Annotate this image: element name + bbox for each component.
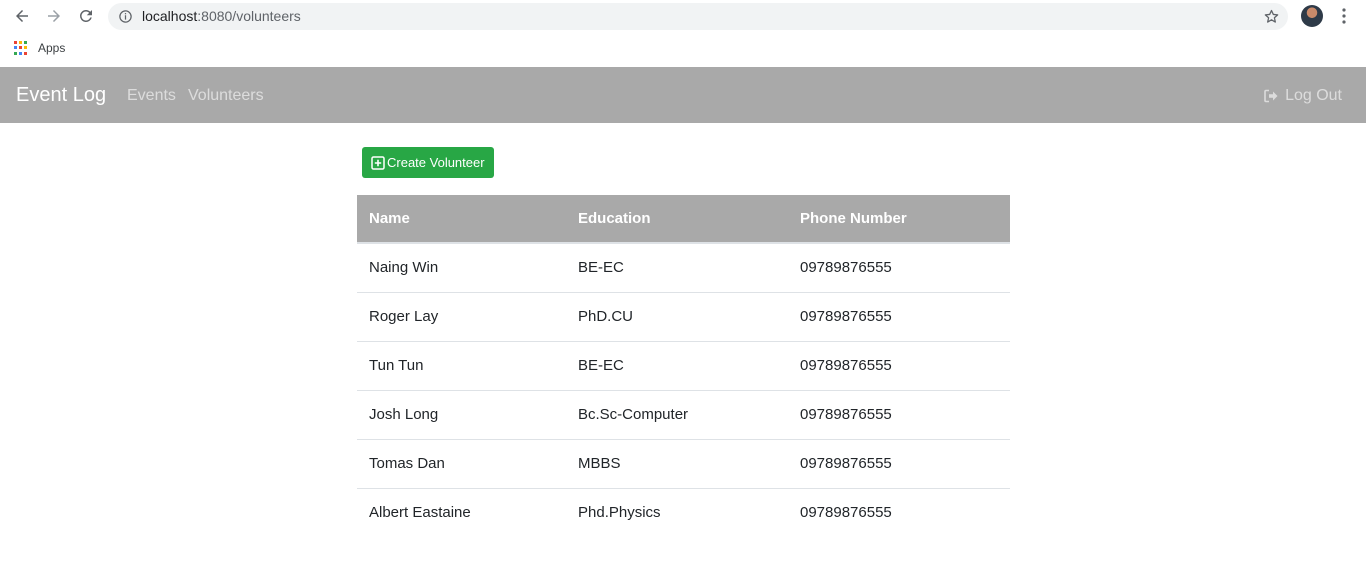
- cell-name: Tun Tun: [357, 340, 566, 390]
- plus-square-icon: [371, 155, 385, 170]
- cell-name: Albert Eastaine: [357, 487, 566, 537]
- table-row: Tomas Dan MBBS 09789876555: [357, 438, 1010, 488]
- arrow-left-icon: [16, 10, 28, 22]
- cell-phone: 09789876555: [788, 389, 1010, 439]
- table-row: Josh Long Bc.Sc-Computer 09789876555: [357, 389, 1010, 439]
- profile-avatar[interactable]: [1301, 5, 1323, 27]
- create-volunteer-label: Create Volunteer: [387, 155, 485, 170]
- logout-link[interactable]: Log Out: [1263, 87, 1342, 105]
- app-navbar: Event Log Events Volunteers Log Out: [0, 67, 1366, 123]
- table-row: Albert Eastaine Phd.Physics 09789876555: [357, 487, 1010, 537]
- url-text: localhost:8080/volunteers: [142, 8, 301, 24]
- sign-out-icon: [1264, 89, 1278, 103]
- reload-button[interactable]: [75, 5, 97, 27]
- cell-phone: 09789876555: [788, 487, 1010, 537]
- url-host: localhost: [142, 8, 198, 24]
- apps-bookmark[interactable]: Apps: [38, 41, 65, 55]
- cell-education: MBBS: [566, 438, 788, 488]
- cell-name: Josh Long: [357, 389, 566, 439]
- column-header-education: Education: [566, 195, 788, 244]
- cell-education: PhD.CU: [566, 291, 788, 341]
- column-header-name: Name: [357, 195, 566, 244]
- nav-link-volunteers[interactable]: Volunteers: [188, 87, 264, 105]
- logout-label: Log Out: [1285, 87, 1342, 104]
- cell-name: Tomas Dan: [357, 438, 566, 488]
- table-row: Tun Tun BE-EC 09789876555: [357, 340, 1010, 390]
- cell-education: Phd.Physics: [566, 487, 788, 537]
- cell-education: BE-EC: [578, 259, 624, 277]
- browser-toolbar: localhost:8080/volunteers: [0, 0, 1366, 33]
- url-path: :8080/volunteers: [197, 8, 301, 24]
- create-volunteer-button[interactable]: Create Volunteer: [362, 147, 494, 178]
- cell-phone: 09789876555: [788, 340, 1010, 390]
- bookmarks-bar: Apps: [0, 36, 1366, 63]
- cell-name: Naing Win: [369, 259, 439, 277]
- star-icon[interactable]: [1263, 8, 1280, 25]
- volunteers-table: Name Education Phone Number Naing Win BE…: [357, 195, 1010, 537]
- table-header-row: Name Education Phone Number: [357, 195, 1010, 244]
- address-bar[interactable]: localhost:8080/volunteers: [108, 3, 1288, 30]
- column-header-phone: Phone Number: [788, 195, 1010, 244]
- kebab-menu-icon[interactable]: [1337, 7, 1351, 25]
- back-button[interactable]: [11, 5, 33, 27]
- cell-phone: 09789876555: [788, 291, 1010, 341]
- apps-grid-icon[interactable]: [14, 41, 28, 55]
- reload-icon: [79, 9, 92, 22]
- cell-phone: 09789876555: [788, 438, 1010, 488]
- table-row: Naing Win BE-EC 09789876555: [357, 243, 1010, 292]
- brand-link[interactable]: Event Log: [16, 84, 106, 107]
- table-row: Roger Lay PhD.CU 09789876555: [357, 291, 1010, 341]
- cell-education: Bc.Sc-Computer: [566, 389, 788, 439]
- cell-education: BE-EC: [566, 340, 788, 390]
- nav-link-events[interactable]: Events: [127, 87, 176, 105]
- cell-name: Roger Lay: [357, 291, 566, 341]
- arrow-right-icon: [48, 10, 60, 22]
- info-icon[interactable]: [118, 9, 133, 24]
- forward-button[interactable]: [43, 5, 65, 27]
- cell-phone: 09789876555: [800, 259, 892, 277]
